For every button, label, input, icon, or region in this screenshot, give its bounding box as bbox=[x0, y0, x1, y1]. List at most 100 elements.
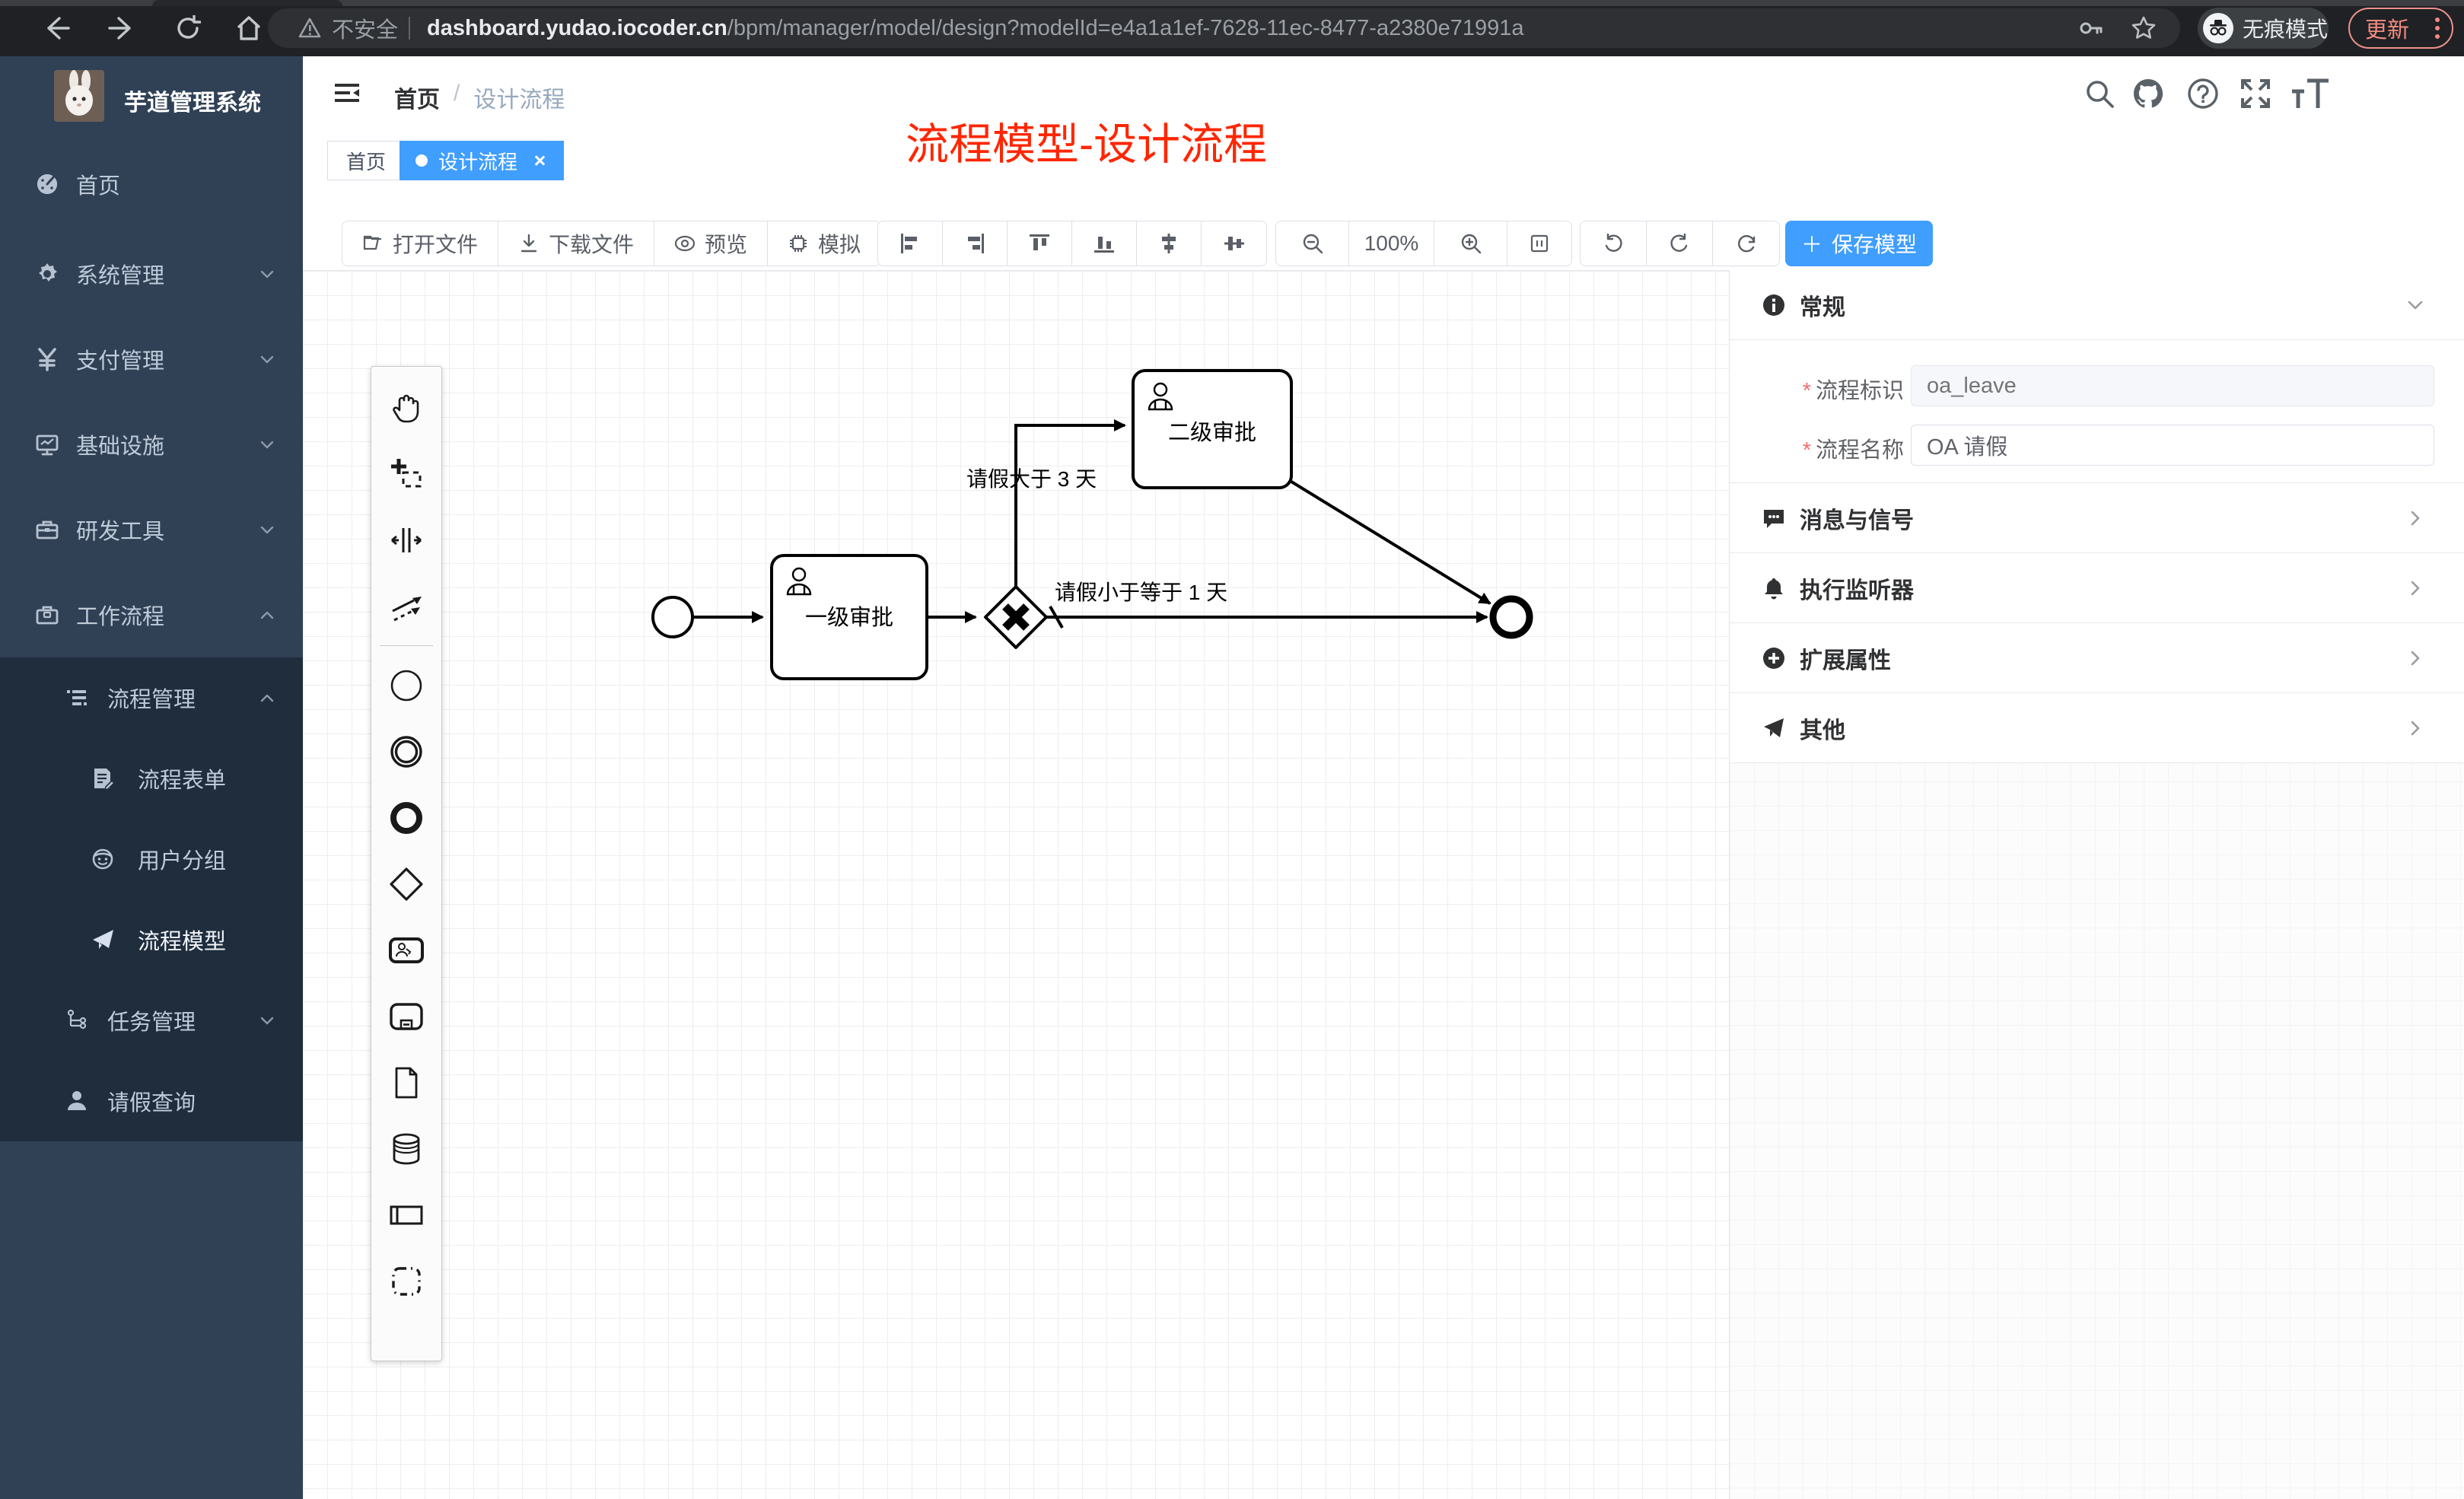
app-title: 芋道管理系统 bbox=[124, 84, 261, 117]
undo-button[interactable] bbox=[1581, 221, 1647, 266]
sidebar-item-devtools[interactable]: 研发工具 bbox=[0, 487, 303, 572]
section-execution-listener[interactable]: 执行监听器 bbox=[1730, 553, 2464, 623]
sidebar-item-process-model[interactable]: 流程模型 bbox=[0, 899, 303, 980]
paper-plane-icon bbox=[91, 928, 115, 952]
process-name-input[interactable] bbox=[1911, 425, 2434, 466]
bpmn-canvas[interactable]: 一级审批 请假大于 3 天 二级审批 bbox=[303, 270, 1729, 1499]
bpmn-diagram[interactable]: 一级审批 请假大于 3 天 二级审批 bbox=[303, 271, 1729, 1499]
update-label[interactable]: 更新 bbox=[2365, 12, 2409, 44]
restart-button[interactable] bbox=[1713, 221, 1779, 266]
collapse-sidebar-icon[interactable] bbox=[333, 79, 361, 107]
workflow-submenu: 流程管理 流程表单 用户分组 流程模型 任务管理 请假 bbox=[0, 657, 303, 1141]
save-model-button[interactable]: ＋ 保存模型 bbox=[1785, 221, 1933, 266]
sidebar-item-leave-query[interactable]: 请假查询 bbox=[0, 1061, 303, 1141]
address-bar[interactable]: 不安全 dashboard.yudao.iocoder.cn/bpm/manag… bbox=[268, 8, 2180, 48]
zoom-reset-button[interactable] bbox=[1507, 221, 1571, 266]
browser-tab[interactable] bbox=[152, 0, 342, 6]
fullscreen-icon[interactable] bbox=[2238, 76, 2273, 111]
section-title: 执行监听器 bbox=[1800, 571, 1914, 605]
forward-icon[interactable] bbox=[107, 12, 138, 44]
chevron-down-icon bbox=[2406, 296, 2424, 314]
align-left-button[interactable] bbox=[878, 221, 943, 266]
sidebar-item-home[interactable]: 首页 bbox=[0, 136, 303, 231]
close-tab-icon[interactable] bbox=[531, 152, 548, 169]
flow-task2-to-end[interactable] bbox=[1291, 482, 1490, 603]
download-file-button[interactable]: 下载文件 bbox=[498, 221, 654, 266]
zoom-out-button[interactable] bbox=[1276, 221, 1349, 266]
sidebar-item-workflow[interactable]: 工作流程 bbox=[0, 572, 303, 657]
logo-row[interactable]: 芋道管理系统 bbox=[0, 56, 303, 140]
zoom-level[interactable]: 100% bbox=[1349, 221, 1434, 266]
align-right-button[interactable] bbox=[943, 221, 1008, 266]
bookmark-star-icon[interactable] bbox=[2130, 14, 2157, 42]
align-hcenter-button[interactable] bbox=[1202, 221, 1266, 266]
tab-home[interactable]: 首页 bbox=[327, 141, 405, 180]
help-icon[interactable] bbox=[2185, 76, 2220, 111]
open-file-button[interactable]: 打开文件 bbox=[342, 221, 498, 266]
open-file-label: 打开文件 bbox=[393, 228, 478, 259]
align-top-button[interactable] bbox=[1008, 221, 1072, 266]
properties-column: 常规 *流程标识 *流程名称 消息与信号 执行监听器 扩展属性 bbox=[1729, 270, 2464, 1499]
chevron-right-icon bbox=[2406, 649, 2424, 667]
chevron-down-icon bbox=[259, 436, 275, 453]
history-button-group bbox=[1580, 221, 1780, 266]
github-icon[interactable] bbox=[2131, 76, 2166, 111]
back-icon[interactable] bbox=[40, 12, 72, 44]
url-divider bbox=[409, 17, 410, 40]
redo-button[interactable] bbox=[1647, 221, 1713, 266]
align-vcenter-button[interactable] bbox=[1137, 221, 1202, 266]
exclusive-gateway[interactable] bbox=[985, 587, 1046, 648]
sidebar-item-task-mgmt[interactable]: 任务管理 bbox=[0, 980, 303, 1061]
annotation-text: 流程模型-设计流程 bbox=[906, 110, 1267, 172]
text-size-icon[interactable] bbox=[2289, 76, 2332, 111]
task1-label: 一级审批 bbox=[805, 605, 893, 630]
flow-label-lte1: 请假小于等于 1 天 bbox=[1055, 581, 1227, 604]
zoom-in-button[interactable] bbox=[1434, 221, 1507, 266]
incognito-label: 无痕模式 bbox=[2243, 13, 2328, 43]
sidebar-item-payment[interactable]: 支付管理 bbox=[0, 317, 303, 402]
flow-gateway-to-task2[interactable] bbox=[1016, 425, 1125, 587]
message-icon bbox=[1762, 507, 1785, 530]
download-icon bbox=[518, 233, 540, 254]
folder-icon bbox=[362, 233, 384, 254]
breadcrumb-home[interactable]: 首页 bbox=[394, 81, 440, 114]
align-bottom-button[interactable] bbox=[1072, 221, 1137, 266]
url-domain: dashboard.yudao.iocoder.cn bbox=[427, 16, 727, 41]
sidebar-item-system[interactable]: 系统管理 bbox=[0, 231, 303, 317]
browser-update-button[interactable]: 更新 bbox=[2348, 8, 2453, 49]
task-first-approval[interactable]: 一级审批 bbox=[772, 555, 927, 679]
sidebar-item-user-group[interactable]: 用户分组 bbox=[0, 819, 303, 899]
section-general[interactable]: 常规 bbox=[1730, 270, 2464, 340]
bpmn-toolbar: 打开文件 下载文件 预览 模拟 100% bbox=[303, 183, 2464, 277]
task-second-approval[interactable]: 二级审批 bbox=[1133, 371, 1291, 488]
process-key-input[interactable] bbox=[1911, 365, 2434, 406]
chevron-right-icon bbox=[2406, 509, 2424, 527]
process-name-row: *流程名称 bbox=[1730, 425, 2464, 466]
start-event[interactable] bbox=[653, 597, 692, 637]
info-icon bbox=[1762, 294, 1785, 317]
section-message-signal[interactable]: 消息与信号 bbox=[1730, 483, 2464, 553]
chevron-up-icon bbox=[259, 689, 275, 706]
bell-icon bbox=[1762, 577, 1785, 600]
preview-button[interactable]: 预览 bbox=[654, 221, 768, 266]
end-event[interactable] bbox=[1493, 599, 1530, 635]
search-icon[interactable] bbox=[2082, 76, 2117, 111]
section-extended-attrs[interactable]: 扩展属性 bbox=[1730, 623, 2464, 693]
section-other[interactable]: 其他 bbox=[1730, 693, 2464, 763]
sidebar-item-label: 基础设施 bbox=[76, 428, 164, 460]
sidebar-item-label: 首页 bbox=[76, 168, 120, 200]
browser-menu-icon[interactable] bbox=[2435, 18, 2440, 39]
sidebar-item-label: 支付管理 bbox=[76, 343, 164, 375]
home-icon[interactable] bbox=[233, 12, 265, 44]
browser-chrome: 不安全 dashboard.yudao.iocoder.cn/bpm/manag… bbox=[0, 0, 2464, 56]
sidebar-item-label: 请假查询 bbox=[107, 1085, 196, 1117]
security-label[interactable]: 不安全 bbox=[332, 12, 398, 44]
section-title: 扩展属性 bbox=[1800, 641, 1891, 675]
sidebar-item-process-form[interactable]: 流程表单 bbox=[0, 738, 303, 819]
sidebar-item-infra[interactable]: 基础设施 bbox=[0, 402, 303, 487]
sidebar-item-process-mgmt[interactable]: 流程管理 bbox=[0, 657, 303, 738]
password-key-icon[interactable] bbox=[2077, 14, 2104, 42]
reload-icon[interactable] bbox=[172, 12, 204, 44]
tab-design-process[interactable]: 设计流程 bbox=[400, 141, 564, 180]
simulate-button[interactable]: 模拟 bbox=[768, 221, 880, 266]
